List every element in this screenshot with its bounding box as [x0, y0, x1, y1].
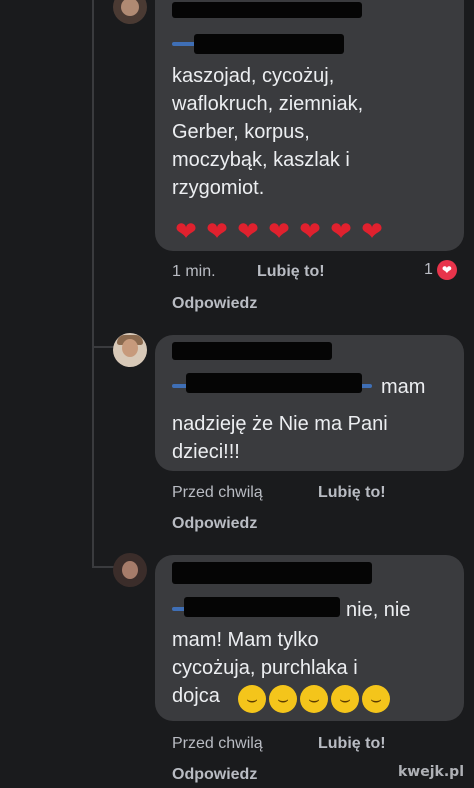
heart-emoji-icon: ❤ — [206, 216, 228, 246]
redacted-name — [172, 2, 362, 18]
avatar-face — [122, 339, 138, 357]
heart-emoji-icon: ❤ — [237, 216, 259, 246]
thread-line — [92, 0, 94, 566]
comment-line: nie, nie — [346, 599, 411, 621]
avatar-face — [121, 0, 139, 16]
reply-button[interactable]: Odpowiedz — [172, 295, 257, 313]
avatar-face — [122, 561, 138, 579]
laughing-emoji-icon: ⌣ — [269, 685, 297, 713]
heart-emoji-icon: ❤ — [330, 216, 352, 246]
comment-line: kaszojad, cycożuj, — [172, 65, 335, 87]
laughing-emoji-icon: ⌣ — [362, 685, 390, 713]
redacted-name — [172, 342, 332, 360]
emoji-row: ⌣ ⌣ ⌣ ⌣ ⌣ — [238, 685, 390, 713]
comment-time: Przed chwilą — [172, 484, 263, 501]
laughing-emoji-icon: ⌣ — [331, 685, 359, 713]
redacted-mention — [184, 597, 340, 617]
like-button[interactable]: Lubię to! — [318, 484, 386, 502]
like-button[interactable]: Lubię to! — [257, 263, 325, 281]
like-button[interactable]: Lubię to! — [318, 735, 386, 753]
avatar[interactable] — [113, 333, 147, 367]
love-reaction-icon: ❤ — [436, 260, 457, 280]
comment-line: waflokruch, ziemniak, — [172, 93, 364, 115]
heart-emoji-icon: ❤ — [175, 216, 197, 246]
emoji-row: ❤ ❤ ❤ ❤ ❤ ❤ ❤ — [172, 218, 386, 244]
comment-line: dzieci!!! — [172, 441, 240, 463]
comment-line: mam — [381, 376, 426, 398]
heart-emoji-icon: ❤ — [268, 216, 290, 246]
comment-line: cycożuja, purchlaka i — [172, 657, 358, 679]
comment-text: kaszojad, cycożuj, waflokruch, ziemniak,… — [172, 62, 363, 202]
heart-emoji-icon: ❤ — [361, 216, 383, 246]
comment-time: 1 min. — [172, 263, 216, 280]
laughing-emoji-icon: ⌣ — [300, 685, 328, 713]
thread-connector — [92, 566, 114, 568]
reaction-count-value: 1 — [424, 261, 433, 278]
comment-text: nadzieję że Nie ma Pani dzieci!!! — [172, 410, 388, 466]
watermark: kwejk.pl — [398, 764, 464, 780]
comment-line: mam! Mam tylko — [172, 629, 319, 651]
thread-connector — [92, 346, 114, 348]
comment-line: moczybąk, kaszlak i — [172, 149, 350, 171]
avatar[interactable] — [113, 0, 147, 24]
redacted-name — [172, 562, 372, 584]
comment-time: Przed chwilą — [172, 735, 263, 752]
reply-button[interactable]: Odpowiedz — [172, 515, 257, 533]
redacted-mention — [194, 34, 344, 54]
reaction-count[interactable]: 1 ❤ — [424, 260, 457, 280]
reply-button[interactable]: Odpowiedz — [172, 766, 257, 784]
comment-line: rzygomiot. — [172, 177, 265, 199]
heart-emoji-icon: ❤ — [299, 216, 321, 246]
laughing-emoji-icon: ⌣ — [238, 685, 266, 713]
avatar[interactable] — [113, 553, 147, 587]
comment-line: Gerber, korpus, — [172, 121, 310, 143]
redacted-mention — [186, 373, 362, 393]
comment-line: nadzieję że Nie ma Pani — [172, 413, 388, 435]
